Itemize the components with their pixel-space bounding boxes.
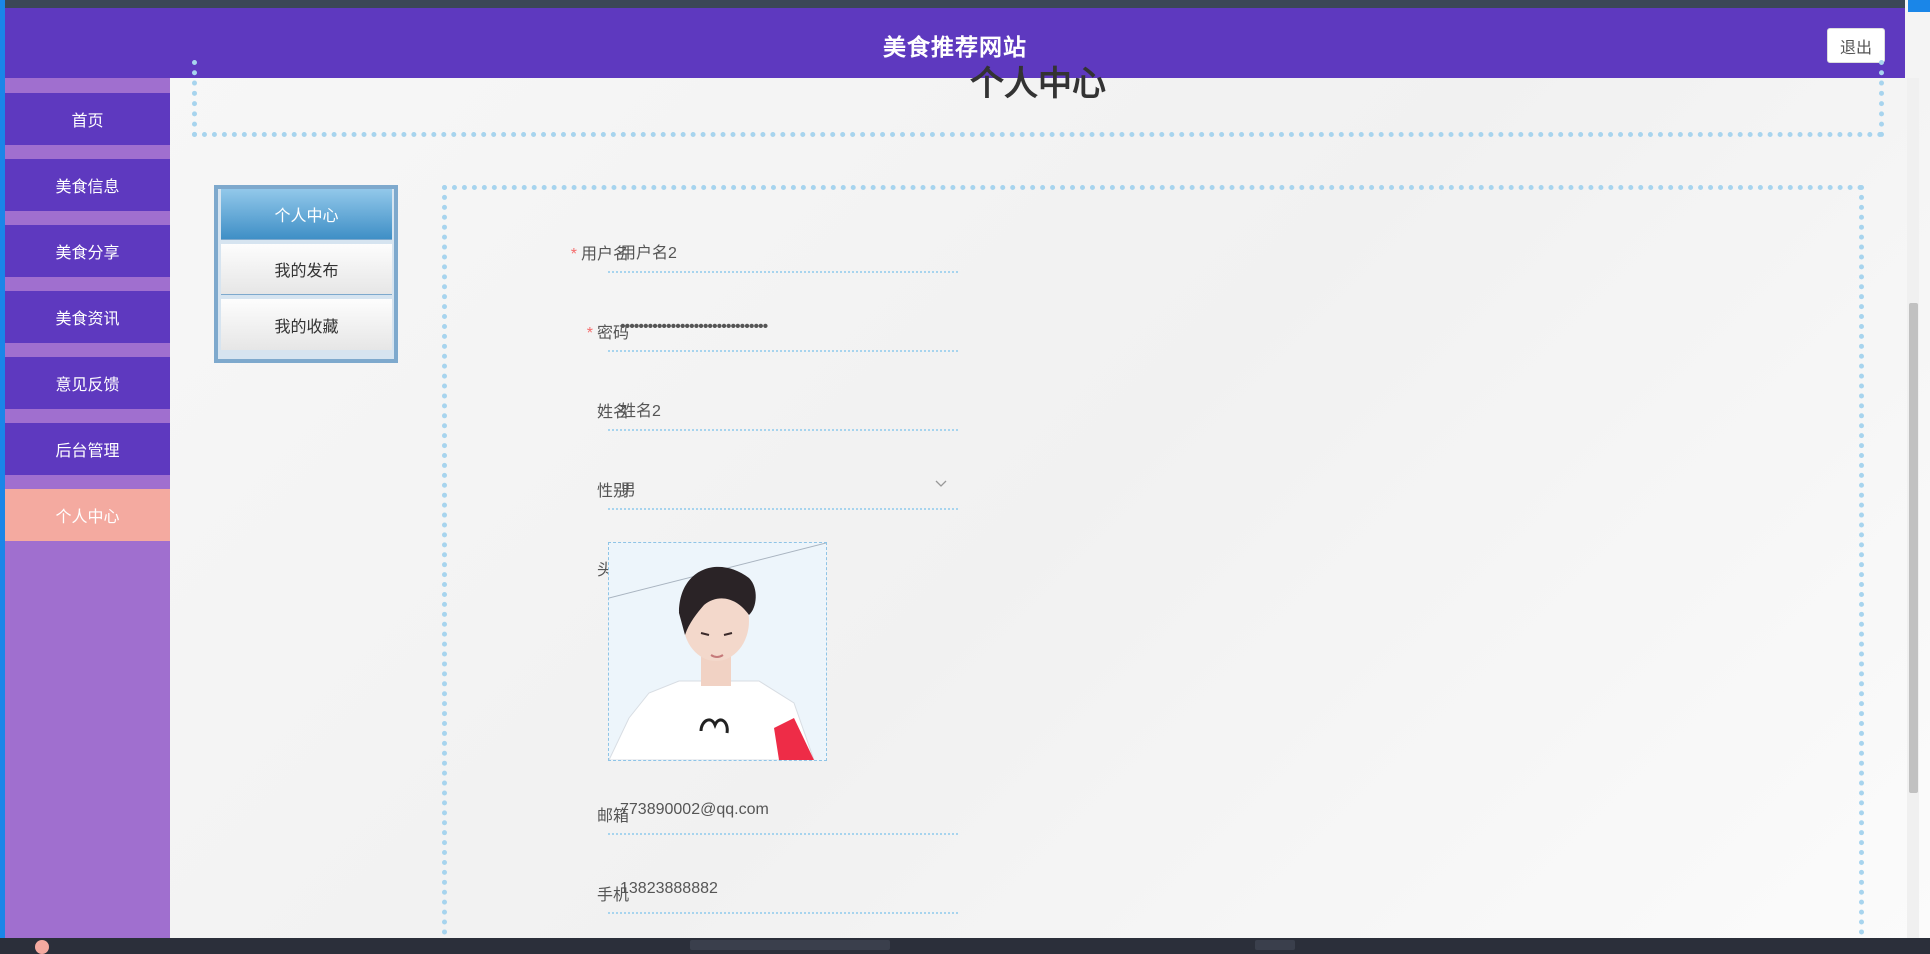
sidebar-item-profile[interactable]: 个人中心 (5, 489, 170, 541)
sidebar-item-feedback[interactable]: 意见反馈 (5, 357, 170, 409)
required-mark: * (586, 325, 593, 342)
form-row-username: * 用户名 用户名2 (447, 226, 1447, 286)
sidebar-item-food-news[interactable]: 美食资讯 (5, 291, 170, 343)
sidebar-item-food-info[interactable]: 美食信息 (5, 159, 170, 211)
app-icon[interactable] (35, 940, 49, 954)
email-input[interactable]: 773890002@qq.com (608, 788, 958, 835)
form-row-gender: 性别 男 (447, 463, 1447, 523)
site-title: 美食推荐网站 (883, 34, 1027, 60)
browser-viewport: 美食推荐网站 退出 首页 美食信息 美食分享 美食资讯 意见反馈 后台管理 个人… (0, 0, 1930, 938)
window-edge (1908, 0, 1930, 12)
submenu-item-profile[interactable]: 个人中心 (221, 189, 392, 240)
form-row-avatar: 头像 (447, 542, 1447, 772)
sidebar-item-admin[interactable]: 后台管理 (5, 423, 170, 475)
page-title: 个人中心 (970, 65, 1106, 103)
scrollbar-thumb[interactable] (1909, 303, 1918, 793)
submenu-item-my-favorites[interactable]: 我的收藏 (221, 299, 392, 350)
taskbar-item[interactable] (690, 940, 890, 950)
phone-input[interactable]: 13823888882 (608, 867, 958, 914)
submenu-item-my-posts[interactable]: 我的发布 (221, 244, 392, 295)
profile-form: * 用户名 用户名2 * 密码 ••••••••••••••••••••••••••… (442, 185, 1864, 938)
required-mark: * (570, 246, 577, 263)
chevron-down-icon (935, 480, 947, 487)
logout-button[interactable]: 退出 (1827, 28, 1885, 63)
profile-submenu: 个人中心 我的发布 我的收藏 (214, 185, 398, 363)
gender-value: 男 (620, 482, 637, 499)
page-scrollbar[interactable] (1907, 78, 1919, 938)
taskbar (0, 938, 1930, 954)
gender-select[interactable]: 男 (608, 463, 958, 510)
avatar-image (609, 543, 826, 760)
sidebar-item-food-share[interactable]: 美食分享 (5, 225, 170, 277)
password-input[interactable]: •••••••••••••••••••••••••••••••• (608, 305, 958, 352)
form-row-name: 姓名 姓名2 (447, 384, 1447, 444)
form-row-password: * 密码 •••••••••••••••••••••••••••••••• (447, 305, 1447, 365)
sidebar-item-home[interactable]: 首页 (5, 93, 170, 145)
form-row-email: 邮箱 773890002@qq.com (447, 788, 1447, 848)
page-title-panel: 个人中心 (192, 60, 1884, 137)
name-input[interactable]: 姓名2 (608, 384, 958, 431)
form-row-phone: 手机 13823888882 (447, 867, 1447, 927)
sidebar: 首页 美食信息 美食分享 美食资讯 意见反馈 后台管理 个人中心 (5, 78, 170, 938)
username-input[interactable]: 用户名2 (608, 226, 958, 273)
avatar-upload[interactable] (608, 542, 827, 761)
taskbar-item[interactable] (1255, 940, 1295, 950)
